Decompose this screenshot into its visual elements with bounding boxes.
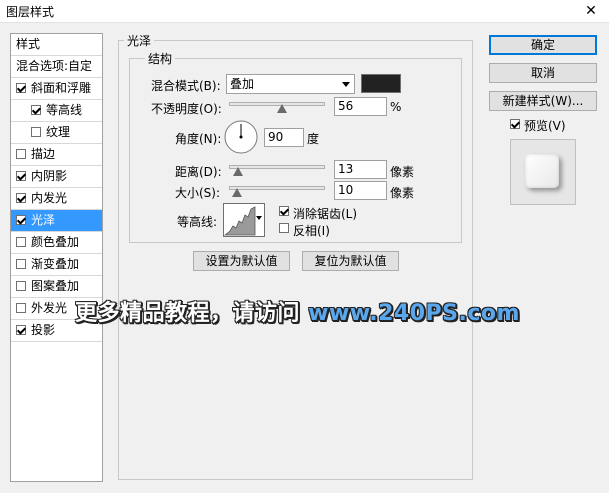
sidebar-item-label: 图案叠加 [31,279,80,293]
sidebar-item-label: 外发光 [31,301,68,315]
preview-label[interactable]: 预览(V) [524,117,566,134]
checkbox-icon[interactable] [16,303,26,313]
size-label: 大小(S): [175,186,221,200]
blend-mode-select[interactable]: 叠加 [226,74,355,94]
checkbox-icon[interactable] [16,171,26,181]
sidebar-item-8[interactable]: 颜色叠加 [11,232,102,254]
checkbox-icon[interactable] [16,149,26,159]
sidebar-item-label: 渐变叠加 [31,257,80,271]
watermark-text: 更多精品教程，请访问 www.240PS.com [75,295,520,327]
sidebar-item-label: 内阴影 [31,169,68,183]
sidebar-item-label: 颜色叠加 [31,235,80,249]
sidebar-item-9[interactable]: 渐变叠加 [11,254,102,276]
style-preview-box [510,139,576,205]
checkbox-icon[interactable] [31,105,41,115]
checkbox-icon[interactable] [31,127,41,137]
blend-mode-value: 叠加 [230,77,255,91]
contour-dropdown-icon[interactable] [256,216,262,220]
invert-label[interactable]: 反相(I) [293,222,330,239]
blend-options-item[interactable]: 混合选项:自定 [11,56,102,78]
sidebar-item-label: 内发光 [31,191,68,205]
sidebar-item-2[interactable]: 等高线 [11,100,102,122]
sidebar-item-6[interactable]: 内发光 [11,188,102,210]
checkbox-icon[interactable] [16,325,26,335]
sidebar-item-label: 纹理 [46,125,71,139]
sidebar-item-label: 等高线 [46,103,83,117]
watermark-url: www.240PS.com [308,301,520,326]
window-title: 图层样式 [6,5,55,19]
cancel-button[interactable]: 取消 [489,63,597,83]
distance-slider-track[interactable] [229,165,325,169]
antialias-check-icon [279,206,289,216]
structure-group-title: 结构 [145,50,176,67]
angle-label: 角度(N): [175,132,222,146]
angle-unit: 度 [307,132,320,146]
chevron-down-icon [342,82,350,87]
size-unit: 像素 [390,186,415,200]
opacity-slider-thumb[interactable] [277,104,287,113]
opacity-unit: % [390,100,402,114]
distance-slider-thumb[interactable] [233,167,243,176]
sidebar-item-7[interactable]: 光泽 [11,210,102,232]
sidebar-item-label: 斜面和浮雕 [31,81,92,95]
sidebar-item-label: 光泽 [31,213,56,227]
checkbox-icon[interactable] [16,193,26,203]
distance-input[interactable]: 13 [334,160,387,179]
opacity-input[interactable]: 56 [334,97,387,116]
preview-swatch [525,154,559,188]
angle-input[interactable]: 90 [264,128,304,147]
ok-button[interactable]: 确定 [489,35,597,55]
checkbox-icon[interactable] [16,237,26,247]
checkbox-icon[interactable] [16,281,26,291]
styles-header[interactable]: 样式 [11,34,102,56]
checkbox-icon[interactable] [16,215,26,225]
blend-options-label: 混合选项:自定 [16,59,93,73]
make-default-button[interactable]: 设置为默认值 [193,251,290,271]
styles-header-label: 样式 [16,37,41,51]
blend-mode-label: 混合模式(B): [151,79,221,93]
sidebar-item-1[interactable]: 斜面和浮雕 [11,78,102,100]
blend-color-swatch[interactable] [361,74,401,93]
reset-default-button[interactable]: 复位为默认值 [302,251,399,271]
checkbox-icon[interactable] [16,83,26,93]
sidebar-item-5[interactable]: 内阴影 [11,166,102,188]
satin-group-title: 光泽 [124,32,155,49]
invert-check-icon [279,223,289,233]
preview-checkbox[interactable] [510,119,520,129]
antialias-checkbox[interactable] [279,206,289,216]
distance-label: 距离(D): [175,165,222,179]
sidebar-item-label: 投影 [31,323,56,337]
preview-check-icon [510,119,520,129]
antialias-label[interactable]: 消除锯齿(L) [293,205,357,222]
contour-curve-icon [224,206,256,236]
distance-unit: 像素 [390,165,415,179]
title-bar: 图层样式 ✕ [0,0,609,23]
angle-dial[interactable] [224,120,258,154]
sidebar-item-label: 描边 [31,147,56,161]
sidebar-item-3[interactable]: 纹理 [11,122,102,144]
opacity-label: 不透明度(O): [151,102,222,116]
sidebar-item-4[interactable]: 描边 [11,144,102,166]
size-slider-track[interactable] [229,186,325,190]
size-input[interactable]: 10 [334,181,387,200]
size-slider-thumb[interactable] [232,188,242,197]
contour-label: 等高线: [177,215,218,229]
invert-checkbox[interactable] [279,223,289,233]
watermark-message: 更多精品教程，请访问 [75,301,309,326]
new-style-button[interactable]: 新建样式(W)... [489,91,597,111]
checkbox-icon[interactable] [16,259,26,269]
close-icon[interactable]: ✕ [574,0,608,22]
contour-picker[interactable] [223,203,265,237]
style-list: 样式 混合选项:自定 斜面和浮雕等高线纹理描边内阴影内发光光泽颜色叠加渐变叠加图… [10,33,103,482]
